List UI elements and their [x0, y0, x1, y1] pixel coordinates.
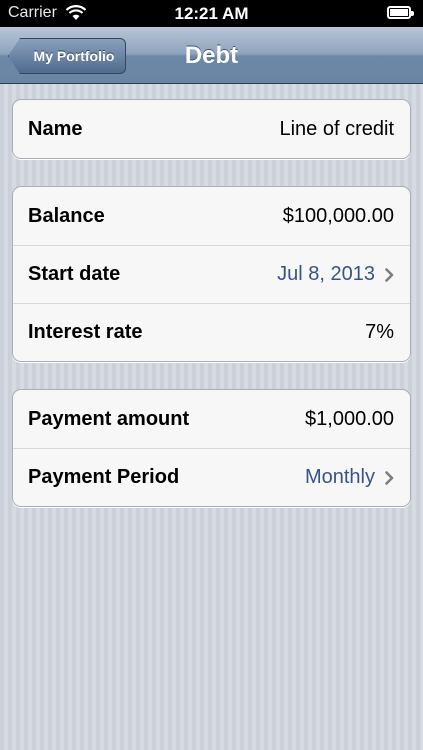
- row-start-date[interactable]: Start date Jul 8, 2013: [13, 245, 410, 303]
- chevron-right-icon: [385, 267, 394, 282]
- row-interest-rate[interactable]: Interest rate 7%: [13, 303, 410, 361]
- row-balance[interactable]: Balance $100,000.00: [13, 187, 410, 245]
- row-value: Line of credit: [279, 117, 394, 140]
- row-label: Name: [28, 117, 83, 140]
- row-label: Start date: [28, 263, 121, 285]
- row-payment-amount[interactable]: Payment amount $1,000.00: [13, 390, 410, 448]
- row-label: Payment Period: [28, 466, 180, 488]
- row-label: Interest rate: [28, 321, 143, 343]
- battery-icon: [387, 6, 414, 19]
- status-bar: Carrier 12:21 AM: [0, 0, 423, 27]
- row-value: $1,000.00: [305, 407, 394, 430]
- group-name: Name Line of credit: [12, 99, 411, 159]
- row-value: 7%: [365, 321, 394, 343]
- group-payment: Payment amount $1,000.00 Payment Period …: [12, 389, 411, 507]
- chevron-right-icon: [385, 470, 394, 485]
- page-title: Debt: [184, 42, 239, 69]
- row-value: Jul 8, 2013: [277, 263, 375, 285]
- row-value: Monthly: [304, 466, 375, 488]
- row-payment-period[interactable]: Payment Period Monthly: [13, 448, 410, 506]
- row-value: $100,000.00: [282, 204, 394, 227]
- row-label: Payment amount: [28, 407, 190, 430]
- group-loan-details: Balance $100,000.00 Start date Jul 8, 20…: [12, 186, 411, 362]
- row-name[interactable]: Name Line of credit: [13, 100, 410, 158]
- status-time: 12:21 AM: [174, 4, 249, 23]
- navigation-bar: My Portfolio Debt: [0, 27, 423, 84]
- row-label: Balance: [28, 204, 105, 227]
